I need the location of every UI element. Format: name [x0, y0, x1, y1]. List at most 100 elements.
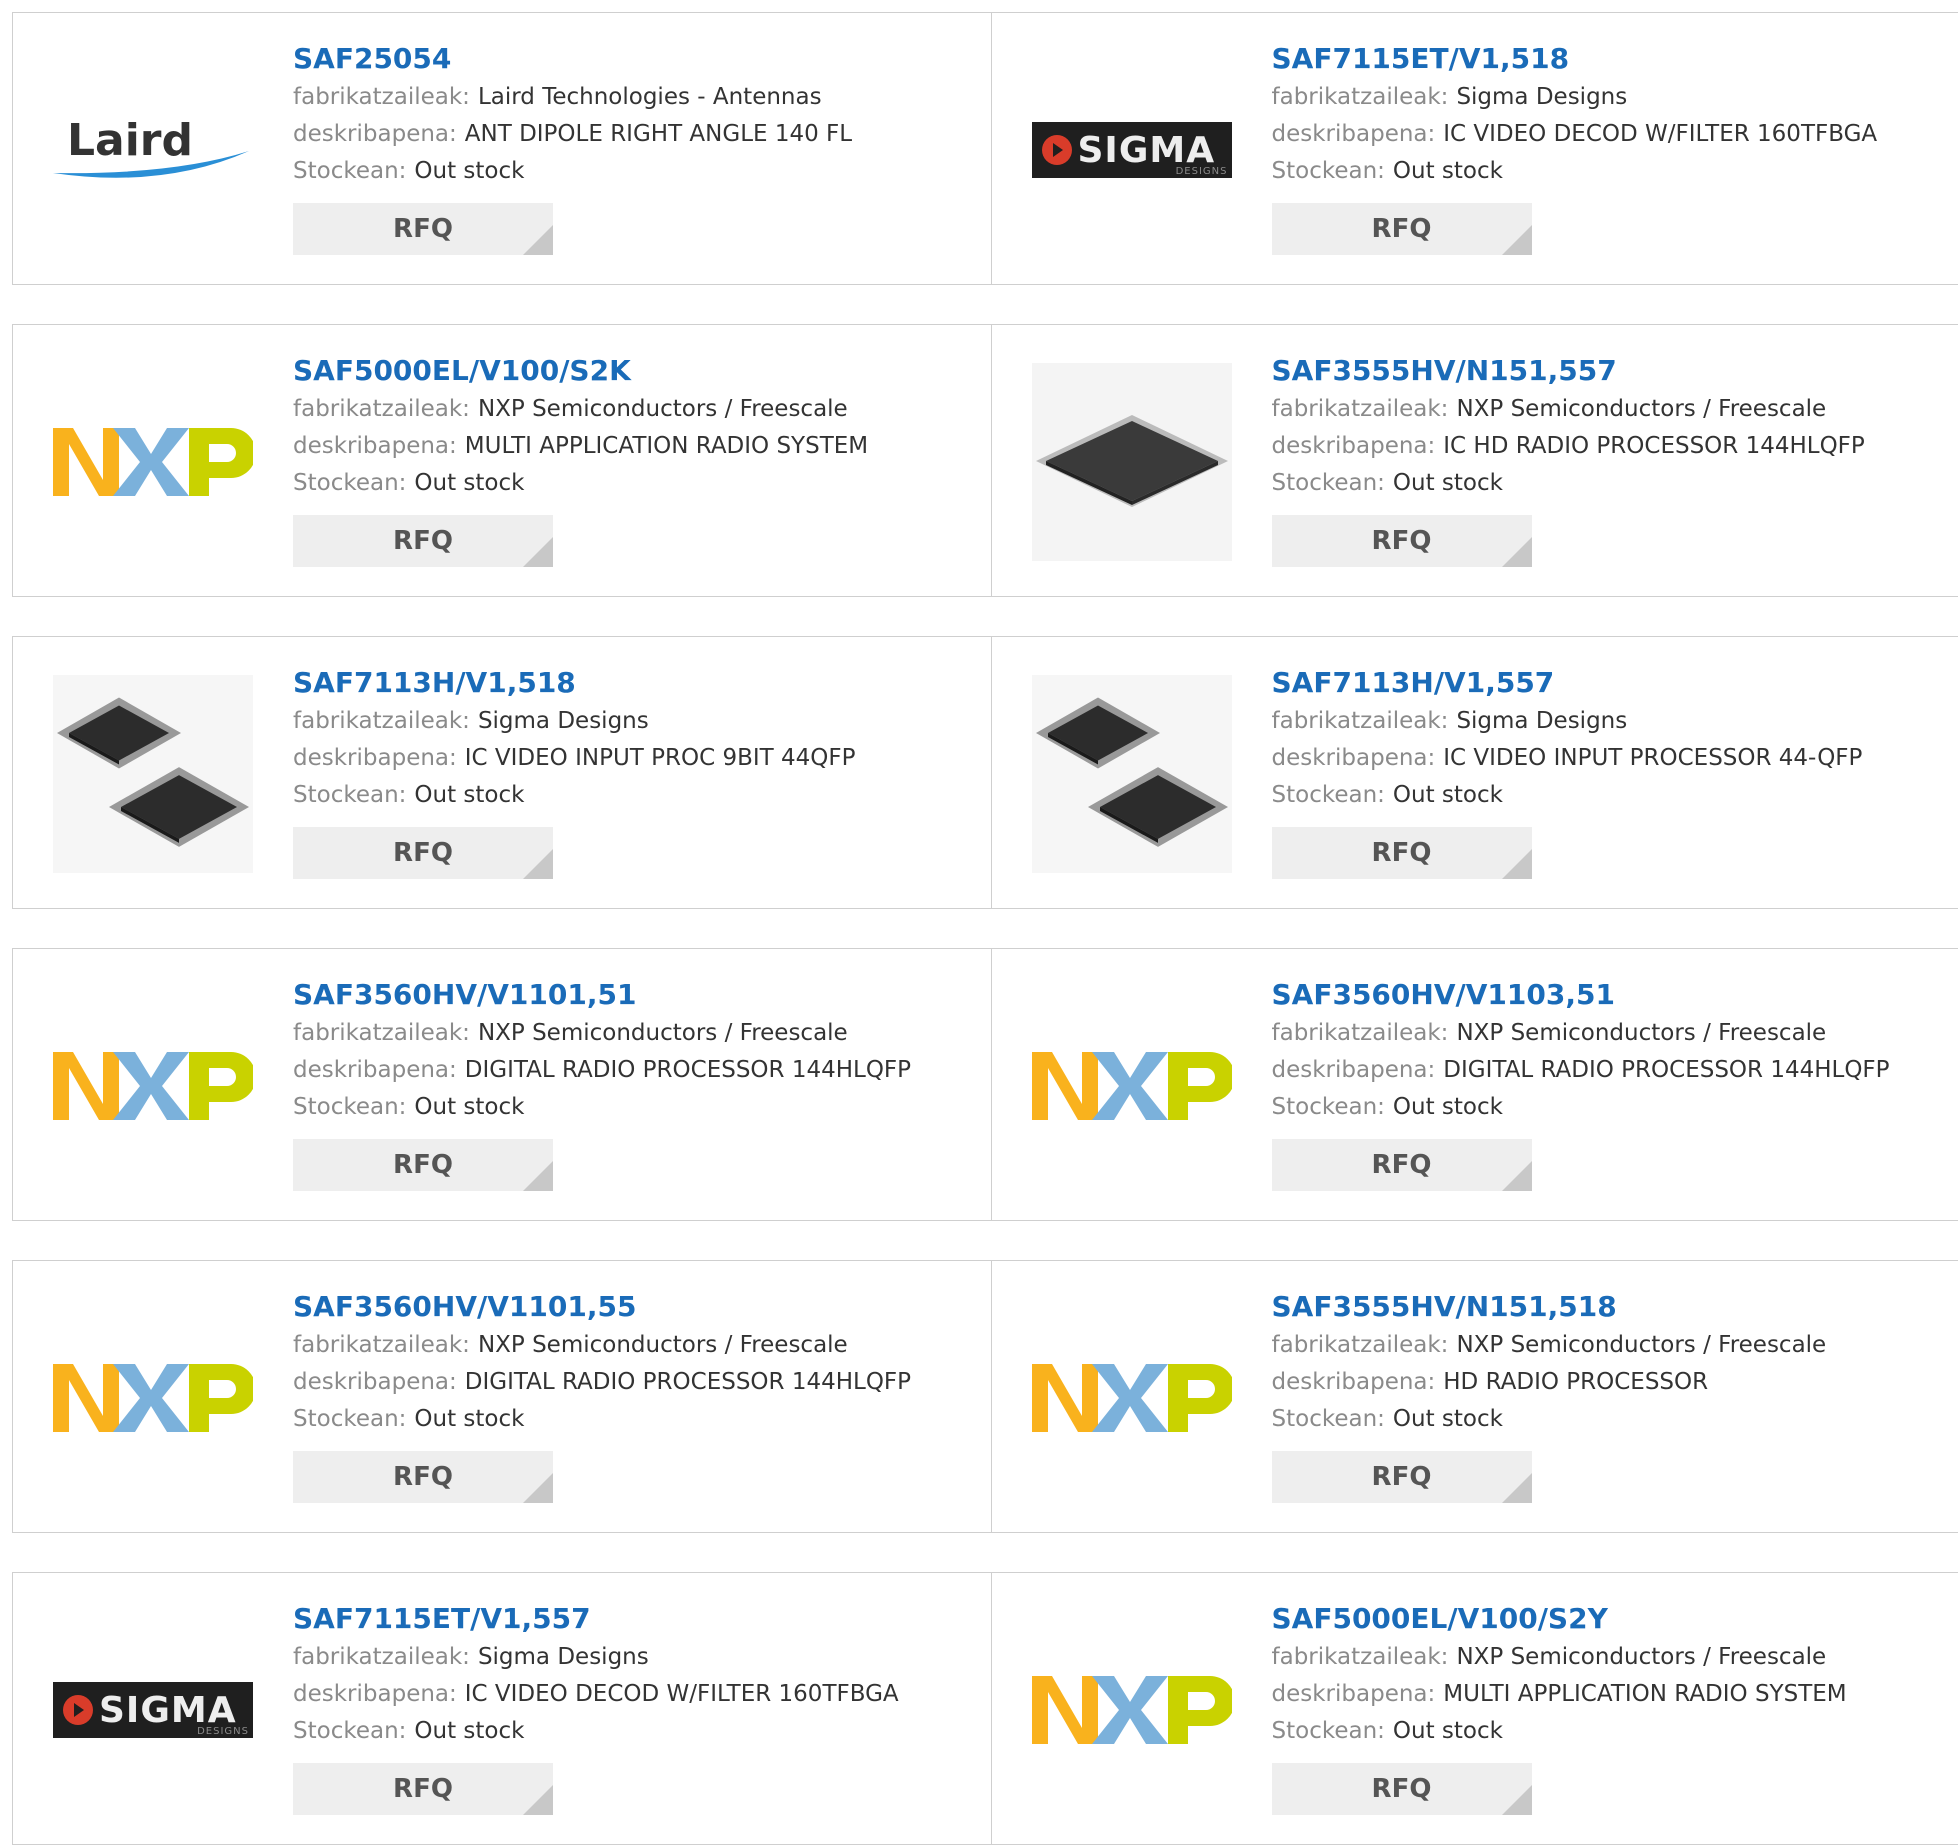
- rfq-button-label: RFQ: [1372, 526, 1432, 556]
- corner-triangle-icon: [1502, 1473, 1532, 1503]
- product-info: SAF7113H/V1,557fabrikatzaileak:Sigma Des…: [1272, 663, 1949, 879]
- corner-triangle-icon: [523, 225, 553, 255]
- nxp-logo[interactable]: [1032, 1611, 1232, 1809]
- part-number-link[interactable]: SAF25054: [293, 39, 981, 79]
- product-card: SAF7113H/V1,518fabrikatzaileak:Sigma Des…: [13, 637, 991, 908]
- corner-triangle-icon: [523, 1473, 553, 1503]
- part-number-link[interactable]: SAF3555HV/N151,557: [1272, 351, 1949, 391]
- stock-value: Out stock: [414, 782, 524, 808]
- product-photo[interactable]: [53, 675, 253, 873]
- stock-line: Stockean:Out stock: [293, 465, 981, 502]
- nxp-logo[interactable]: [53, 987, 253, 1185]
- stock-line: Stockean:Out stock: [1272, 465, 1949, 502]
- manufacturer-line: fabrikatzaileak:NXP Semiconductors / Fre…: [1272, 391, 1949, 428]
- stock-label: Stockean:: [293, 1406, 406, 1432]
- product-card: SAF3560HV/V1101,51fabrikatzaileak:NXP Se…: [13, 949, 991, 1220]
- product-grid: LairdSAF25054fabrikatzaileak:Laird Techn…: [0, 0, 1958, 1839]
- manufacturer-value: NXP Semiconductors / Freescale: [478, 1332, 848, 1358]
- rfq-button[interactable]: RFQ: [293, 1763, 553, 1815]
- rfq-button-label: RFQ: [1372, 1150, 1432, 1180]
- manufacturer-label: fabrikatzaileak:: [293, 1332, 470, 1358]
- description-value: IC VIDEO INPUT PROC 9BIT 44QFP: [465, 745, 856, 771]
- rfq-button-label: RFQ: [1372, 214, 1432, 244]
- rfq-button[interactable]: RFQ: [293, 515, 553, 567]
- rfq-button-label: RFQ: [393, 838, 453, 868]
- manufacturer-label: fabrikatzaileak:: [293, 396, 470, 422]
- sigma-logo-text: SIGMA: [1078, 130, 1216, 171]
- part-number-link[interactable]: SAF5000EL/V100/S2K: [293, 351, 981, 391]
- description-value: MULTI APPLICATION RADIO SYSTEM: [1443, 1681, 1846, 1707]
- product-info: SAF3560HV/V1103,51fabrikatzaileak:NXP Se…: [1272, 975, 1949, 1191]
- product-info: SAF5000EL/V100/S2Kfabrikatzaileak:NXP Se…: [293, 351, 981, 567]
- stock-value: Out stock: [1393, 158, 1503, 184]
- product-card: SAF3560HV/V1101,55 fabrikatzaileak: NXP Se…: [13, 1261, 991, 1532]
- stock-label: Stockean:: [1272, 782, 1385, 808]
- description-line: deskribapena:IC VIDEO INPUT PROC 9BIT 44…: [293, 740, 981, 777]
- manufacturer-line: fabrikatzaileak:Laird Technologies - Ant…: [293, 79, 981, 116]
- rfq-button-label: RFQ: [393, 214, 453, 244]
- sigma-logo-text: SIGMA: [99, 1690, 237, 1731]
- rfq-button[interactable]: RFQ: [1272, 515, 1532, 567]
- laird-logo[interactable]: Laird: [53, 51, 253, 249]
- product-row: SAF3560HV/V1101,55 fabrikatzaileak: NXP Se…: [12, 1260, 1958, 1533]
- rfq-button[interactable]: RFQ: [293, 1139, 553, 1191]
- manufacturer-value: NXP Semiconductors / Freescale: [1456, 396, 1826, 422]
- product-row: SAF7113H/V1,518fabrikatzaileak:Sigma Des…: [12, 636, 1958, 909]
- product-info: SAF7115ET/V1,557fabrikatzaileak:Sigma De…: [293, 1599, 981, 1815]
- stock-line: Stockean:Out stock: [293, 1401, 981, 1438]
- description-label: deskribapena:: [293, 1681, 457, 1707]
- description-label: deskribapena:: [1272, 1369, 1436, 1395]
- rfq-button[interactable]: RFQ: [1272, 1763, 1532, 1815]
- product-info: SAF25054fabrikatzaileak:Laird Technologi…: [293, 39, 981, 255]
- stock-line: Stockean:Out stock: [293, 1713, 981, 1750]
- description-value: IC VIDEO INPUT PROCESSOR 44-QFP: [1443, 745, 1862, 771]
- nxp-logo[interactable]: [53, 363, 253, 561]
- corner-triangle-icon: [1502, 537, 1532, 567]
- product-card: SAF5000EL/V100/S2Kfabrikatzaileak:NXP Se…: [13, 325, 991, 596]
- product-row: SIGMADESIGNSSAF7115ET/V1,557fabrikatzail…: [12, 1572, 1958, 1845]
- manufacturer-value: NXP Semiconductors / Freescale: [1456, 1332, 1826, 1358]
- description-label: deskribapena:: [1272, 121, 1436, 147]
- description-label: deskribapena:: [1272, 1057, 1436, 1083]
- rfq-button[interactable]: RFQ: [1272, 1451, 1532, 1503]
- part-number-link[interactable]: SAF7113H/V1,518: [293, 663, 981, 703]
- stock-value: Out stock: [1393, 1406, 1503, 1432]
- sigma-logo-subtext: DESIGNS: [1176, 166, 1228, 177]
- rfq-button[interactable]: RFQ: [293, 827, 553, 879]
- stock-value: Out stock: [1393, 782, 1503, 808]
- stock-line: Stockean: Out stock: [1272, 777, 1949, 814]
- rfq-button[interactable]: RFQ: [293, 203, 553, 255]
- sigma-designs-logo[interactable]: SIGMADESIGNS: [53, 1611, 253, 1809]
- rfq-button[interactable]: RFQ: [1272, 1139, 1532, 1191]
- product-info: SAF3555HV/N151,557fabrikatzaileak:NXP Se…: [1272, 351, 1949, 567]
- part-number-link[interactable]: SAF7115ET/V1,518: [1272, 39, 1949, 79]
- part-number-link[interactable]: SAF7115ET/V1,557: [293, 1599, 981, 1639]
- corner-triangle-icon: [1502, 1161, 1532, 1191]
- part-number-link[interactable]: SAF5000EL/V100/S2Y: [1272, 1599, 1949, 1639]
- product-photo[interactable]: [1032, 675, 1232, 873]
- product-info: SAF3560HV/V1101,55 fabrikatzaileak: NXP Se…: [293, 1287, 981, 1503]
- part-number-link[interactable]: SAF3560HV/V1101,55: [293, 1287, 981, 1327]
- manufacturer-line: fabrikatzaileak:NXP Semiconductors / Fre…: [293, 1015, 981, 1052]
- nxp-logo[interactable]: [1032, 1299, 1232, 1497]
- product-card: SAF3555HV/N151,518 fabrikatzaileak: NXP Se…: [991, 1261, 1958, 1532]
- description-value: DIGITAL RADIO PROCESSOR 144HLQFP: [465, 1057, 911, 1083]
- product-photo[interactable]: [1032, 363, 1232, 561]
- part-number-link[interactable]: SAF3560HV/V1103,51: [1272, 975, 1949, 1015]
- manufacturer-label: fabrikatzaileak:: [1272, 1332, 1449, 1358]
- part-number-link[interactable]: SAF3560HV/V1101,51: [293, 975, 981, 1015]
- rfq-button[interactable]: RFQ: [293, 1451, 553, 1503]
- stock-line: Stockean:Out stock: [1272, 1401, 1949, 1438]
- sigma-designs-logo[interactable]: SIGMADESIGNS: [1032, 51, 1232, 249]
- rfq-button[interactable]: RFQ: [1272, 827, 1532, 879]
- nxp-logo[interactable]: [53, 1299, 253, 1497]
- stock-value: Out stock: [414, 1094, 524, 1120]
- part-number-link[interactable]: SAF3555HV/N151,518: [1272, 1287, 1949, 1327]
- description-value: DIGITAL RADIO PROCESSOR 144HLQFP: [465, 1369, 911, 1395]
- rfq-button[interactable]: RFQ: [1272, 203, 1532, 255]
- nxp-logo[interactable]: [1032, 987, 1232, 1185]
- stock-label: Stockean:: [1272, 158, 1385, 184]
- description-value: MULTI APPLICATION RADIO SYSTEM: [465, 433, 868, 459]
- part-number-link[interactable]: SAF7113H/V1,557: [1272, 663, 1949, 703]
- manufacturer-value: Sigma Designs: [478, 1644, 649, 1670]
